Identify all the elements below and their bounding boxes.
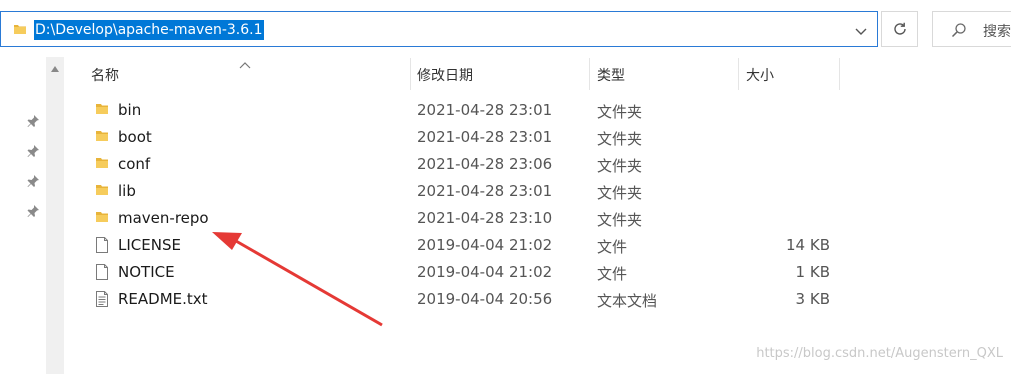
file-name: maven-repo [118,209,209,227]
list-item[interactable]: NOTICE 2019-04-04 21:02 文件 1 KB [86,259,846,286]
list-item[interactable]: README.txt 2019-04-04 20:56 文本文档 3 KB [86,286,846,313]
pin-icon[interactable] [26,204,40,222]
list-item[interactable]: conf 2021-04-28 23:06 文件夹 [86,151,846,178]
search-placeholder: 搜索 [983,24,1011,40]
pin-icon[interactable] [26,174,40,192]
folder-icon [13,22,27,40]
text-file-icon [94,290,110,312]
file-icon [94,263,110,285]
file-type: 文件夹 [597,103,643,121]
column-header-date-label: 修改日期 [417,68,473,84]
file-size: 3 KB [795,290,830,308]
column-header-size[interactable]: 大小 [739,58,839,90]
file-name: NOTICE [118,263,175,281]
file-type: 文件夹 [597,157,643,175]
column-header-type[interactable]: 类型 [590,58,738,90]
file-type: 文件夹 [597,184,643,202]
address-bar[interactable]: D:\Develop\apache-maven-3.6.1 [0,11,878,47]
folder-icon [94,101,110,121]
file-size: 14 KB [786,236,830,254]
pin-icon[interactable] [26,114,40,132]
address-path[interactable]: D:\Develop\apache-maven-3.6.1 [34,20,264,40]
column-header-size-label: 大小 [746,68,774,84]
file-date: 2021-04-28 23:10 [417,209,553,227]
file-name: bin [118,101,142,119]
scrollbar[interactable] [46,57,64,374]
list-item[interactable]: maven-repo 2021-04-28 23:10 文件夹 [86,205,846,232]
file-date: 2021-04-28 23:06 [417,155,553,173]
file-type: 文件 [597,265,628,283]
sort-ascending-icon [239,57,251,73]
column-header-name-label: 名称 [91,68,119,84]
file-date: 2019-04-04 20:56 [417,290,553,308]
file-date: 2021-04-28 23:01 [417,101,553,119]
file-name: lib [118,182,136,200]
refresh-button[interactable] [881,11,918,47]
refresh-icon [893,22,906,35]
list-item[interactable]: boot 2021-04-28 23:01 文件夹 [86,124,846,151]
chevron-down-icon[interactable] [855,24,867,40]
file-date: 2019-04-04 21:02 [417,263,553,281]
folder-icon [94,182,110,202]
list-item[interactable]: bin 2021-04-28 23:01 文件夹 [86,97,846,124]
file-date: 2021-04-28 23:01 [417,128,553,146]
file-icon [94,236,110,258]
folder-icon [94,155,110,175]
file-date: 2021-04-28 23:01 [417,182,553,200]
scroll-up-arrow-icon[interactable] [50,61,60,77]
folder-icon [94,128,110,148]
pin-icon[interactable] [26,144,40,162]
file-name: boot [118,128,152,146]
file-name: conf [118,155,151,173]
file-type: 文件 [597,238,628,256]
column-header-type-label: 类型 [597,68,625,84]
file-size: 1 KB [795,263,830,281]
file-type: 文本文档 [597,292,658,310]
file-type: 文件夹 [597,130,643,148]
file-type: 文件夹 [597,211,643,229]
list-item[interactable]: lib 2021-04-28 23:01 文件夹 [86,178,846,205]
file-name: LICENSE [118,236,181,254]
search-icon [951,22,967,42]
file-date: 2019-04-04 21:02 [417,236,553,254]
column-divider[interactable] [839,58,840,90]
list-item[interactable]: LICENSE 2019-04-04 21:02 文件 14 KB [86,232,846,259]
column-header-date[interactable]: 修改日期 [411,58,589,90]
search-box[interactable]: 搜索 [932,11,1011,47]
watermark: https://blog.csdn.net/Augenstern_QXL [756,346,1003,361]
file-name: README.txt [118,290,208,308]
folder-icon [94,209,110,229]
